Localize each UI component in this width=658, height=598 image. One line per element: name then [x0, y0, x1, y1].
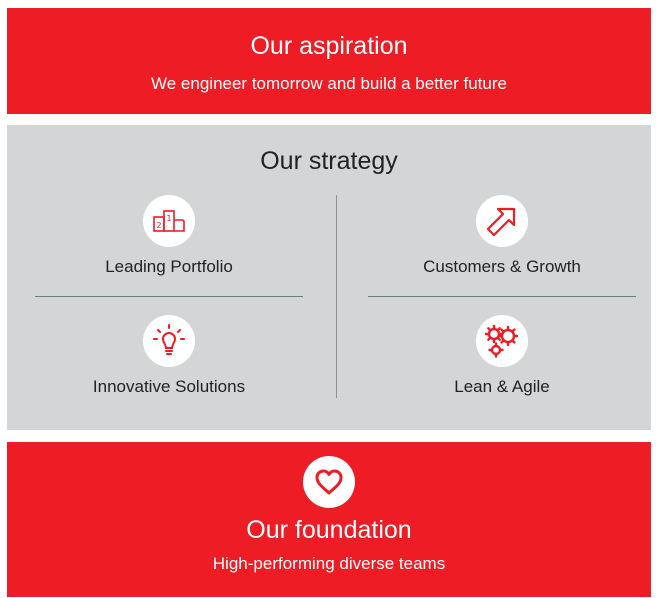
svg-text:2: 2: [156, 221, 161, 230]
customers-growth-label: Customers & Growth: [423, 257, 581, 276]
lean-agile-label: Lean & Agile: [454, 377, 550, 396]
vertical-divider: [336, 195, 337, 398]
aspiration-title: Our aspiration: [250, 32, 408, 60]
strategy-item-lean-agile: Lean & Agile: [352, 315, 652, 397]
strategy-item-leading-portfolio: 2 1 Leading Portfolio: [19, 195, 319, 277]
strategy-title: Our strategy: [260, 147, 398, 175]
horizontal-divider-left: [35, 296, 303, 297]
horizontal-divider-right: [368, 296, 636, 297]
strategy-item-customers-growth: Customers & Growth: [352, 195, 652, 277]
foundation-panel: Our foundation High-performing diverse t…: [7, 442, 651, 597]
leading-portfolio-label: Leading Portfolio: [105, 257, 233, 276]
lightbulb-icon: [143, 315, 195, 367]
strategy-item-innovative-solutions: Innovative Solutions: [19, 315, 319, 397]
aspiration-subtitle: We engineer tomorrow and build a better …: [151, 74, 507, 93]
svg-text:1: 1: [166, 214, 171, 223]
podium-icon: 2 1: [143, 195, 195, 247]
heart-icon: [303, 456, 355, 508]
foundation-subtitle: High-performing diverse teams: [212, 554, 446, 573]
aspiration-panel: Our aspiration We engineer tomorrow and …: [7, 8, 651, 114]
foundation-title: Our foundation: [246, 516, 412, 544]
innovative-solutions-label: Innovative Solutions: [92, 377, 246, 396]
strategy-panel: Our strategy 2 1 Leading Portfolio Custo…: [7, 125, 651, 430]
arrow-up-right-icon: [476, 195, 528, 247]
gears-icon: [476, 315, 528, 367]
